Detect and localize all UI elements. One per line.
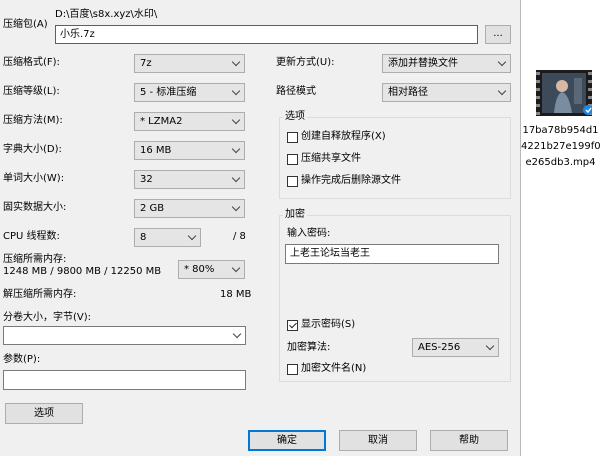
word-select[interactable]: 32: [134, 170, 245, 189]
pathmode-value: 相对路径: [388, 87, 428, 98]
delete-checkbox[interactable]: [287, 176, 298, 187]
mem-compress-select[interactable]: * 80%: [178, 260, 245, 279]
dict-label: 字典大小(D):: [3, 144, 62, 155]
params-input[interactable]: [3, 370, 246, 390]
password-value: 上老王论坛当老王: [290, 248, 370, 259]
delete-label: 操作完成后删除源文件: [301, 175, 401, 186]
pathmode-select[interactable]: 相对路径: [382, 83, 511, 102]
format-value: 7z: [140, 58, 152, 69]
cpu-select[interactable]: 8: [134, 228, 201, 247]
method-select[interactable]: * LZMA2: [134, 112, 245, 131]
encryption-method-label: 加密算法:: [287, 342, 331, 353]
chevron-down-icon: [231, 86, 241, 96]
dict-select[interactable]: 16 MB: [134, 141, 245, 160]
options-group-title: 选项: [283, 110, 307, 124]
update-value: 添加并替换文件: [388, 58, 458, 69]
sfx-label: 创建自释放程序(X): [301, 131, 386, 142]
encrypt-names-label: 加密文件名(N): [301, 363, 367, 374]
update-select[interactable]: 添加并替换文件: [382, 54, 511, 73]
show-password-label: 显示密码(S): [301, 319, 356, 330]
volume-label: 分卷大小，字节(V):: [3, 312, 92, 323]
encryption-group-title: 加密: [283, 208, 307, 222]
chevron-down-icon: [232, 329, 242, 339]
cpu-value: 8: [140, 232, 147, 243]
chevron-down-icon: [231, 173, 241, 183]
ok-button[interactable]: 确定: [248, 430, 326, 451]
mem-decompress-label: 解压缩所需内存:: [3, 289, 77, 300]
params-label: 参数(P):: [3, 354, 41, 365]
solid-select[interactable]: 2 GB: [134, 199, 245, 218]
archive-name-value: 小乐.7z: [60, 29, 95, 40]
file-name-line-3: e265db3.mp4: [525, 157, 596, 168]
video-file-thumbnail-icon[interactable]: [536, 70, 592, 116]
cpu-total: / 8: [233, 231, 246, 242]
method-label: 压缩方法(M):: [3, 115, 63, 126]
archive-path: D:\百度\s8x.xyz\水印\: [55, 9, 158, 20]
level-label: 压缩等级(L):: [3, 86, 60, 97]
solid-label: 固实数据大小:: [3, 202, 67, 213]
archive-label: 压缩包(A): [3, 19, 48, 30]
volume-select[interactable]: [3, 326, 246, 345]
level-value: 5 - 标准压缩: [140, 87, 197, 98]
chevron-down-icon: [497, 86, 507, 96]
format-select[interactable]: 7z: [134, 54, 245, 73]
mem-compress-value: * 80%: [184, 264, 215, 275]
cancel-button[interactable]: 取消: [339, 430, 417, 451]
archive-name-input[interactable]: 小乐.7z: [55, 25, 478, 44]
level-select[interactable]: 5 - 标准压缩: [134, 83, 245, 102]
encryption-method-select[interactable]: AES-256: [412, 338, 499, 357]
desktop-area: [521, 0, 600, 456]
show-password-checkbox[interactable]: [287, 320, 298, 331]
encryption-method-value: AES-256: [418, 342, 461, 353]
chevron-down-icon: [497, 57, 507, 67]
browse-button[interactable]: ...: [485, 25, 511, 44]
add-to-archive-dialog: 压缩包(A) D:\百度\s8x.xyz\水印\ 小乐.7z ... 压缩格式(…: [0, 0, 521, 456]
format-label: 压缩格式(F):: [3, 57, 60, 68]
dict-value: 16 MB: [140, 145, 172, 156]
chevron-down-icon: [231, 57, 241, 67]
password-input[interactable]: 上老王论坛当老王: [285, 244, 499, 264]
chevron-down-icon: [231, 263, 241, 273]
chevron-down-icon: [231, 115, 241, 125]
method-value: * LZMA2: [140, 116, 183, 127]
sfx-checkbox[interactable]: [287, 132, 298, 143]
chevron-down-icon: [231, 202, 241, 212]
file-name-line-2: 4221b27e199f0: [521, 141, 600, 152]
word-label: 单词大小(W):: [3, 173, 65, 184]
cpu-label: CPU 线程数:: [3, 231, 60, 242]
desktop-file-name[interactable]: 17ba78b954d1 4221b27e199f0 e265db3.mp4: [521, 123, 600, 171]
file-name-line-1: 17ba78b954d1: [522, 125, 599, 136]
encrypt-names-checkbox[interactable]: [287, 364, 298, 375]
mem-decompress-value: 18 MB: [220, 289, 252, 300]
chevron-down-icon: [231, 144, 241, 154]
solid-value: 2 GB: [140, 203, 165, 214]
shared-label: 压缩共享文件: [301, 153, 361, 164]
options-button[interactable]: 选项: [5, 403, 83, 424]
password-label: 输入密码:: [287, 228, 331, 239]
pathmode-label: 路径模式: [276, 86, 316, 97]
chevron-down-icon: [485, 341, 495, 351]
help-button[interactable]: 帮助: [430, 430, 508, 451]
shared-checkbox[interactable]: [287, 154, 298, 165]
chevron-down-icon: [187, 231, 197, 241]
word-value: 32: [140, 174, 153, 185]
update-label: 更新方式(U):: [276, 57, 335, 68]
mem-compress-detail: 1248 MB / 9800 MB / 12250 MB: [3, 266, 162, 277]
